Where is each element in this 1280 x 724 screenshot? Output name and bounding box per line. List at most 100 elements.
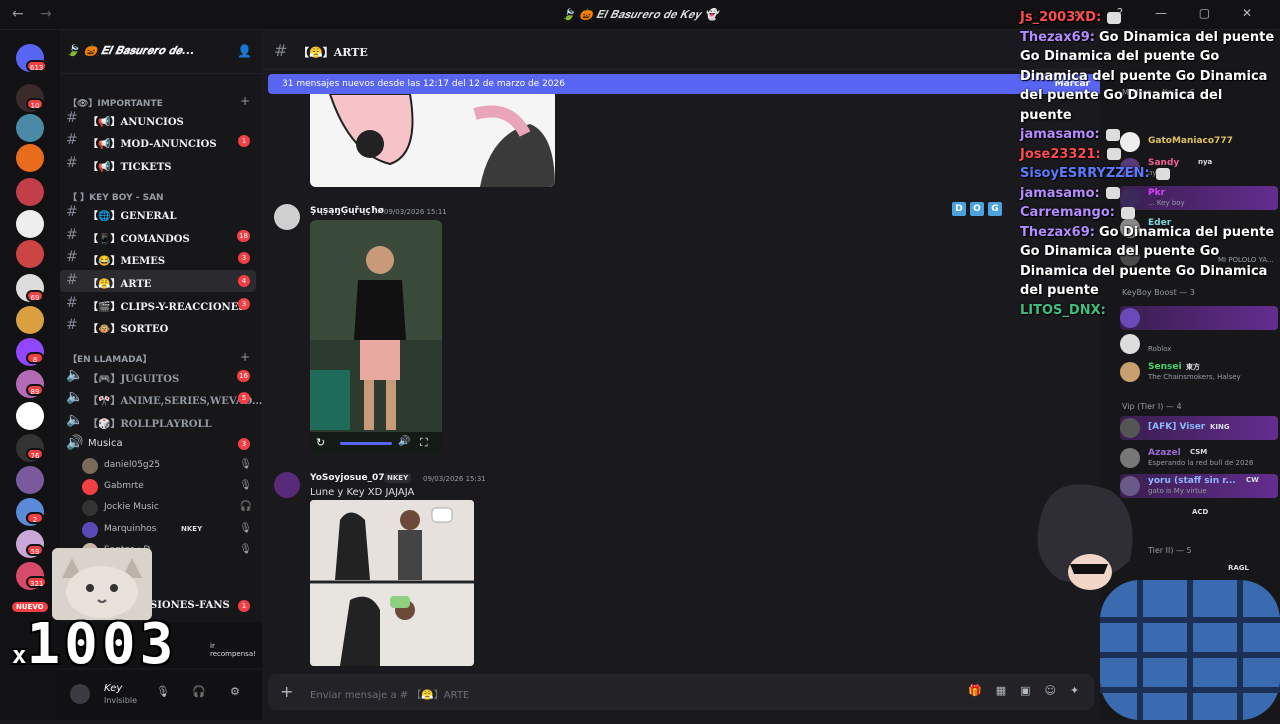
avatar	[1120, 334, 1140, 354]
settings-gear-icon[interactable]: ⚙	[230, 685, 240, 698]
message-author[interactable]: YoSoyjosue_07	[310, 473, 385, 483]
emote-icon	[1105, 128, 1120, 141]
avatar[interactable]	[274, 472, 300, 498]
deafened-icon: 🎧	[239, 501, 252, 512]
video-frame	[310, 220, 442, 454]
vtuber-avatar-overlay	[1030, 480, 1280, 720]
avatar-illustration	[1037, 484, 1280, 720]
headphones-icon[interactable]: 🎧	[192, 685, 206, 698]
server-icon[interactable]	[16, 466, 44, 494]
emote-icon	[1106, 148, 1121, 160]
avatar[interactable]	[274, 204, 300, 230]
server-icon[interactable]	[16, 240, 44, 268]
voice-member[interactable]: Jockie Music 🎧	[82, 498, 258, 518]
add-channel-icon[interactable]: +	[240, 94, 250, 108]
speaker-icon: 🔈	[66, 367, 84, 383]
channel-label: 【🎮】JUGUITOS	[88, 374, 180, 385]
chat-line: Js_2003XD:	[1020, 8, 1278, 28]
add-attachment-icon[interactable]: +	[280, 682, 293, 701]
user-panel: Key Invisible 🎙 🎧 ⚙	[60, 670, 262, 720]
art-image[interactable]	[310, 94, 555, 187]
unread-badge: 3	[238, 298, 250, 310]
message-author[interactable]: ŞųşąŋĢųřųçħø	[310, 206, 384, 216]
unread-badge: 1	[238, 135, 250, 147]
message-timestamp: 09/03/2026 15:11	[384, 208, 447, 216]
video-attachment[interactable]: ↻ 🔊 ⛶	[310, 220, 442, 454]
member-name: Sensei	[1148, 362, 1182, 372]
voice-anime[interactable]: 🔈 【🎌】ANIME,SERIES,WEVAD... 5	[60, 387, 262, 409]
avatar	[82, 479, 98, 495]
chat-user: jamasamo:	[1020, 185, 1100, 201]
counter-value: 1003	[26, 612, 178, 677]
comic-image[interactable]	[310, 500, 474, 666]
server-icon[interactable]	[16, 210, 44, 238]
member-status: Esperando la red bull de 2026	[1148, 459, 1254, 467]
muted-icon: 🎙	[239, 523, 252, 534]
avatar[interactable]	[70, 684, 90, 704]
add-user-icon[interactable]: 👤	[237, 44, 252, 58]
voice-member[interactable]: Gabmrte 🎙	[82, 477, 258, 497]
hash-icon: #	[66, 110, 78, 126]
channel-label: 【🎌】ANIME,SERIES,WEVAD...	[88, 396, 263, 407]
channel-label: 【🎲】ROLLPLAYROLL	[88, 419, 212, 430]
server-icon[interactable]	[16, 144, 44, 172]
member-name: Jockie Music	[104, 502, 159, 512]
voice-musica[interactable]: 🔊 Musica 3	[60, 433, 256, 455]
microphone-icon[interactable]: 🎙	[156, 685, 170, 698]
unread-badge: 16	[237, 370, 250, 382]
progress-bar[interactable]	[340, 442, 392, 445]
volume-icon[interactable]: 🔊	[398, 436, 410, 447]
server-header[interactable]: 🍃 🎃 𝑬𝒍 𝑩𝒂𝒔𝒖𝒓𝒆𝒓𝒐 𝒅𝒆... 👤	[60, 30, 262, 74]
video-controls: ↻ 🔊 ⛶	[310, 432, 442, 454]
channel-tickets[interactable]: # 【📢】TICKETS	[60, 153, 256, 175]
speaker-icon: 🔈	[66, 389, 84, 405]
new-messages-bar[interactable]: 31 mensajes nuevos desde las 12:17 del 1…	[268, 74, 1100, 94]
voice-member[interactable]: daniel05g25 🎙	[82, 456, 258, 476]
avatar	[1120, 418, 1140, 438]
chat-user: Jose23321:	[1020, 146, 1101, 162]
voice-member[interactable]: Marquinhos NKEY 🎙	[82, 520, 258, 540]
member-tag: 東方	[1186, 363, 1200, 371]
server-badge: 2	[26, 512, 44, 524]
server-icon[interactable]	[16, 114, 44, 142]
member-row[interactable]: [AFK] Viser KING	[1120, 416, 1278, 440]
art-illustration	[310, 94, 555, 187]
replay-icon[interactable]: ↻	[316, 436, 325, 449]
server-badge: 321	[26, 576, 48, 588]
server-badge: 76	[26, 448, 44, 460]
channel-anuncios[interactable]: # 【📢】ANUNCIOS	[60, 108, 256, 130]
category-llamada[interactable]: 【EN LLAMADA】 +	[68, 350, 250, 365]
channel-comandos[interactable]: # 【📱】COMANDOS 18	[60, 225, 256, 247]
member-row[interactable]: Roblox	[1120, 332, 1278, 356]
server-badge: 89	[26, 384, 44, 396]
chat-user: LITOS_DNX:	[1020, 302, 1106, 318]
member-row[interactable]: Sensei 東方 The Chainsmokers, Halsey	[1120, 360, 1278, 384]
server-icon[interactable]	[16, 402, 44, 430]
server-icon[interactable]	[16, 178, 44, 206]
channel-general[interactable]: # 【🌐】GENERAL	[60, 202, 256, 224]
emote-icon	[1120, 206, 1135, 219]
message-input[interactable]: Enviar mensaje a # 【😤】ARTE	[310, 686, 469, 701]
member-tag: CSM	[1190, 448, 1208, 456]
member-row[interactable]: Azazel CSM Esperando la red bull de 2026	[1120, 446, 1278, 470]
voice-juguitos[interactable]: 🔈 【🎮】JUGUITOS 16	[60, 365, 256, 387]
channel-sorteo[interactable]: # 【🐵】SORTEO	[60, 315, 256, 337]
member-tag: KING	[1210, 423, 1230, 431]
emote-icon	[1105, 187, 1120, 199]
dog-letter-g: G	[988, 202, 1002, 216]
channel-label: 【🌐】GENERAL	[88, 211, 177, 222]
channel-memes[interactable]: # 【😂】MEMES 3	[60, 247, 256, 269]
add-channel-icon[interactable]: +	[240, 350, 250, 364]
counter-prefix: x	[12, 641, 27, 669]
dog-buttons: DOG	[952, 196, 1006, 216]
server-icon[interactable]	[16, 306, 44, 334]
channel-clips[interactable]: # 【🎬】CLIPS-Y-REACCIONES 3	[60, 293, 256, 315]
channel-mod-anuncios[interactable]: # 【📢】MOD-ANUNCIOS 1	[60, 130, 256, 152]
voice-rollplayroll[interactable]: 🔈 【🎲】ROLLPLAYROLL	[60, 410, 256, 432]
member-name: daniel05g25	[104, 460, 161, 470]
emote-icon	[1155, 167, 1170, 180]
chat-line: Jose23321:	[1020, 145, 1278, 165]
channel-arte[interactable]: # 【😤】ARTE 4	[60, 270, 256, 292]
role-header: Vip (Tier I) — 4	[1122, 402, 1182, 411]
fullscreen-icon[interactable]: ⛶	[420, 436, 428, 450]
